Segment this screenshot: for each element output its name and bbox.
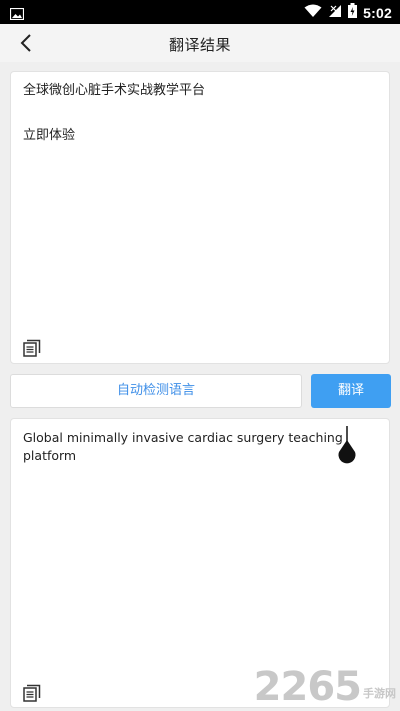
copy-icon[interactable] xyxy=(23,339,41,357)
text-cursor-handle[interactable] xyxy=(336,426,358,468)
status-bar: 5:02 xyxy=(0,0,400,24)
signal-icon xyxy=(328,3,342,22)
wifi-icon xyxy=(304,3,322,22)
auto-detect-language-button[interactable]: 自动检测语言 xyxy=(10,374,302,408)
header: 翻译结果 xyxy=(0,24,400,62)
translate-button[interactable]: 翻译 xyxy=(311,374,391,408)
copy-icon[interactable] xyxy=(23,684,41,702)
source-text-card[interactable]: 全球微创心脏手术实战教学平台 立即体验 xyxy=(10,71,390,364)
image-icon xyxy=(9,5,25,24)
watermark-logo: 2265 手游网 xyxy=(254,665,396,709)
result-text: Global minimally invasive cardiac surger… xyxy=(23,430,343,463)
source-text-line-1: 全球微创心脏手术实战教学平台 xyxy=(23,83,206,98)
watermark-number: 2265 xyxy=(253,664,362,710)
watermark-site: 手游网 xyxy=(363,687,396,700)
page-title: 翻译结果 xyxy=(168,36,231,54)
source-text-line-2: 立即体验 xyxy=(23,128,76,143)
status-time: 5:02 xyxy=(363,4,392,21)
battery-charging-icon xyxy=(348,3,358,22)
